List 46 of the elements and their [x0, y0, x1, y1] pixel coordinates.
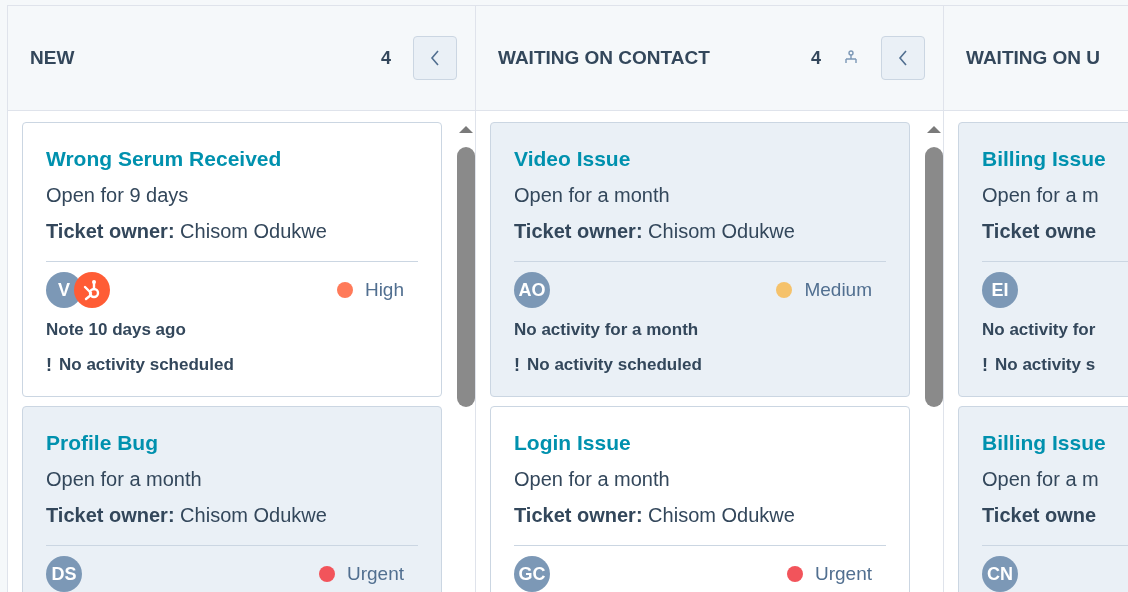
priority-label: High — [364, 277, 404, 302]
ticket-card[interactable]: Login Issue Open for a month Ticket owner: Chisom Odukwe GC Urgent — [490, 406, 910, 592]
ticket-owner: Ticket owner: Chisom Odukwe — [514, 503, 796, 528]
scheduled-activity: No activity s — [995, 354, 1096, 376]
open-duration: Open for a month — [514, 183, 671, 208]
ticket-owner: Ticket owne — [982, 219, 1098, 244]
warning-mark: ! — [982, 354, 988, 377]
priority-label: Urgent — [814, 561, 872, 586]
ticket-title[interactable]: Login Issue — [514, 425, 886, 461]
scheduled-activity: No activity scheduled — [527, 354, 702, 376]
column-title: WAITING ON U — [966, 45, 1101, 70]
chevron-left-icon — [430, 50, 440, 66]
last-activity: No activity for a month — [514, 319, 700, 341]
avatar: CN — [982, 556, 1018, 592]
column-title: WAITING ON CONTACT — [498, 45, 710, 70]
open-duration: Open for a month — [514, 467, 671, 492]
ticket-owner: Ticket owner: Chisom Odukwe — [46, 219, 328, 244]
column-count: 4 — [811, 46, 821, 70]
avatar: EI — [982, 272, 1018, 308]
column-title: NEW — [30, 45, 75, 70]
ticket-card[interactable]: Billing Issue Open for a m Ticket owne EI No activity for ! No activity s — [958, 122, 1128, 397]
avatar: GC — [514, 556, 550, 592]
warning-mark: ! — [514, 354, 520, 377]
ticket-card[interactable]: Wrong Serum Received Open for 9 days Ticket owner: Chisom Odukwe V High Note 10 days ago ! No activity scheduled — [22, 122, 442, 397]
last-activity: No activity for — [982, 319, 1097, 341]
avatar: DS — [46, 556, 82, 592]
column-count: 4 — [381, 46, 391, 70]
open-duration: Open for a month — [46, 467, 203, 492]
sprocket-logo-icon — [74, 272, 110, 308]
ticket-owner: Ticket owner: Chisom Odukwe — [46, 503, 328, 528]
priority-label: Medium — [804, 277, 872, 302]
chevron-left-icon — [898, 50, 908, 66]
priority-label: Urgent — [346, 561, 404, 586]
ticket-owner: Ticket owne — [982, 503, 1098, 528]
ticket-title[interactable]: Wrong Serum Received — [46, 141, 418, 177]
open-duration: Open for 9 days — [46, 183, 190, 208]
ticket-card[interactable]: Video Issue Open for a month Ticket owner: Chisom Odukwe AO Medium No activity for a month ! No activity scheduled — [490, 122, 910, 397]
ticket-card[interactable]: Profile Bug Open for a month Ticket owner: Chisom Odukwe DS Urgent — [22, 406, 442, 592]
warning-mark: ! — [46, 354, 52, 377]
last-activity: Note 10 days ago — [46, 319, 187, 341]
open-duration: Open for a m — [982, 467, 1100, 492]
avatar: AO — [514, 272, 550, 308]
scheduled-activity: No activity scheduled — [59, 354, 234, 376]
ticket-card[interactable]: Billing Issue Open for a m Ticket owne CN — [958, 406, 1128, 592]
open-duration: Open for a m — [982, 183, 1100, 208]
ticket-owner: Ticket owner: Chisom Odukwe — [514, 219, 796, 244]
